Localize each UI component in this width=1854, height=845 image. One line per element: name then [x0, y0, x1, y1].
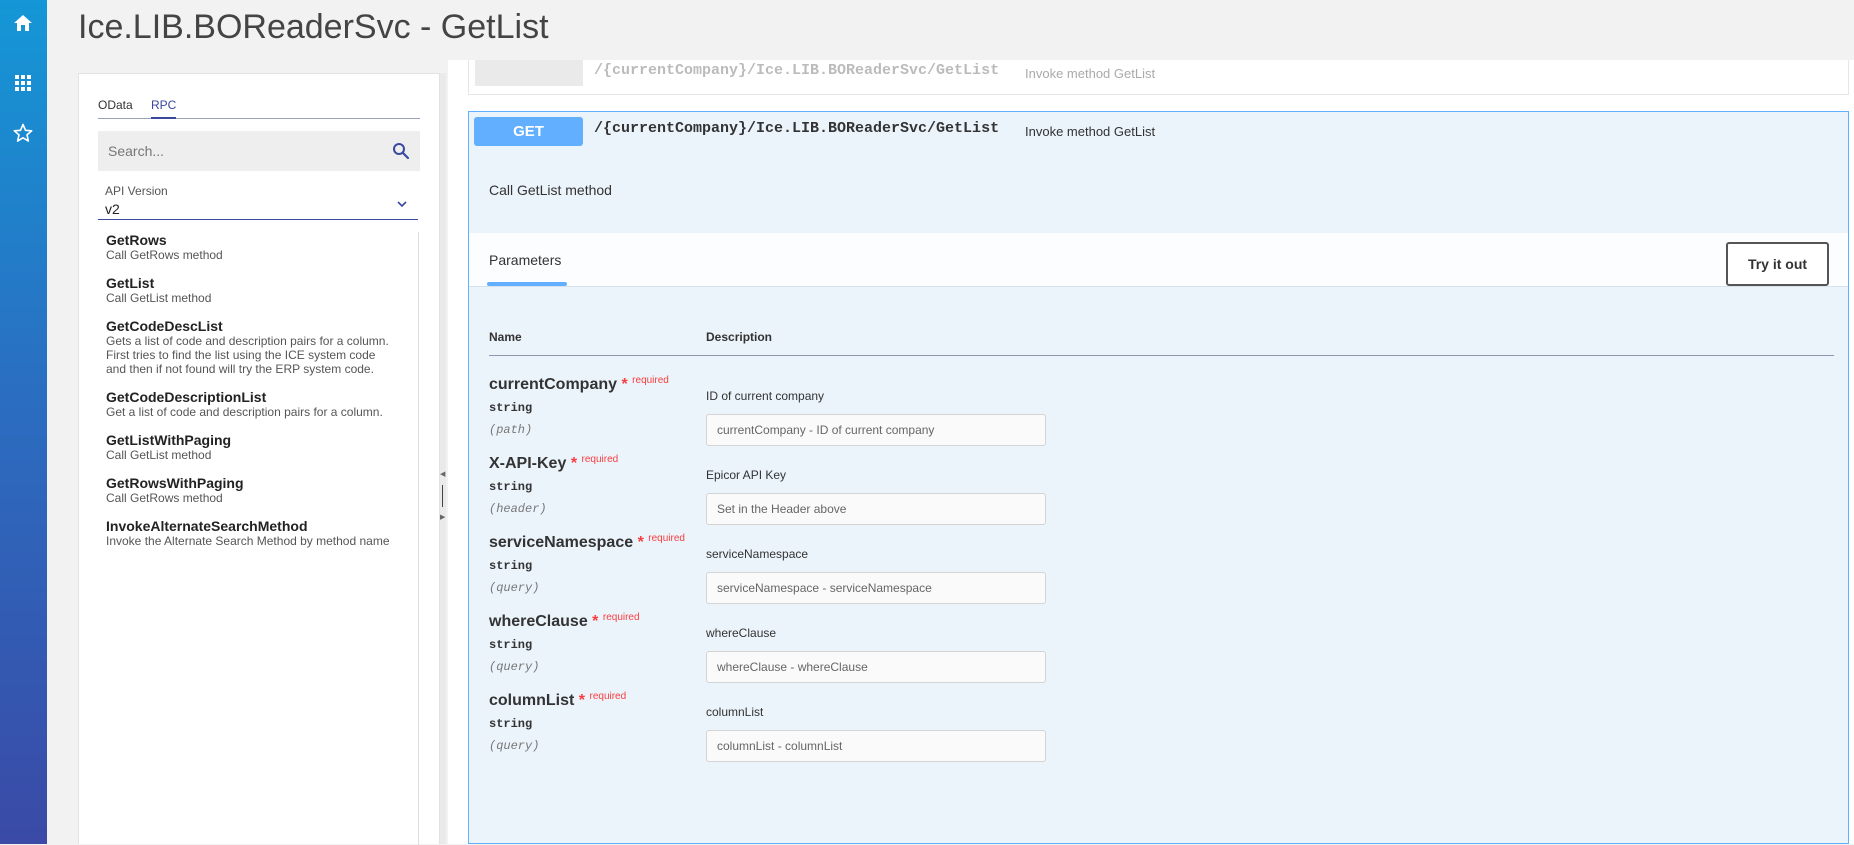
method-desc: Call GetRows method: [106, 248, 223, 262]
operation-path: /{currentCompany}/Ice.LIB.BOReaderSvc/Ge…: [594, 120, 1000, 137]
search-input[interactable]: [98, 131, 378, 171]
operation-path: /{currentCompany}/Ice.LIB.BOReaderSvc/Ge…: [594, 62, 1000, 79]
method-item-getlist[interactable]: GetList Call GetList method: [79, 275, 418, 305]
param-location: (query): [489, 660, 540, 674]
required-star: *: [570, 455, 578, 472]
required-star: *: [592, 613, 599, 630]
method-badge: [475, 60, 583, 86]
home-icon[interactable]: [11, 11, 35, 35]
required-label: required: [632, 375, 669, 386]
required-label: required: [602, 612, 640, 623]
method-name: GetCodeDescList: [106, 318, 223, 334]
page-title: Ice.LIB.BOReaderSvc - GetList: [78, 8, 549, 46]
collapse-left-icon[interactable]: ◀: [440, 470, 445, 478]
method-name: GetRows: [106, 232, 167, 248]
param-name: currentCompany * required: [489, 375, 669, 393]
method-name: InvokeAlternateSearchMethod: [106, 518, 308, 534]
param-location: (path): [489, 423, 533, 437]
column-name-header: Name: [489, 330, 522, 344]
search-icon[interactable]: [392, 142, 410, 160]
operation-header[interactable]: GET /{currentCompany}/Ice.LIB.BOReaderSv…: [469, 112, 1848, 150]
method-desc: Gets a list of code and description pair…: [106, 334, 389, 376]
api-version-select[interactable]: API Version v2: [98, 184, 418, 220]
method-item-getcodedesclist[interactable]: GetCodeDescList Gets a list of code and …: [79, 318, 418, 376]
required-star: *: [637, 534, 644, 551]
column-description-header: Description: [706, 330, 773, 344]
param-name: whereClause * required: [489, 612, 640, 630]
method-desc: Call GetRows method: [106, 491, 223, 505]
get-method-badge[interactable]: GET: [474, 117, 583, 146]
api-version-value: v2: [105, 201, 120, 217]
required-star: *: [578, 692, 586, 709]
method-name: GetRowsWithPaging: [106, 475, 244, 491]
whereclause-input[interactable]: [706, 651, 1046, 683]
columnlist-input[interactable]: [706, 730, 1046, 762]
param-description: ID of current company: [706, 389, 825, 403]
chevron-down-icon[interactable]: [396, 197, 408, 209]
tab-parameters[interactable]: Parameters: [489, 252, 561, 268]
operation-description: Call GetList method: [489, 182, 612, 198]
param-description: whereClause: [706, 626, 777, 640]
search-box: [98, 131, 420, 171]
method-desc: Get a list of code and description pairs…: [106, 405, 383, 419]
tab-rpc[interactable]: RPC: [151, 98, 177, 119]
parameters-bar: Parameters Try it out: [469, 233, 1848, 287]
param-type: string: [489, 559, 533, 573]
method-desc: Invoke the Alternate Search Method by me…: [106, 534, 390, 548]
tab-underline: [487, 282, 567, 286]
apps-grid-icon[interactable]: [11, 71, 35, 95]
method-name: GetCodeDescriptionList: [106, 389, 267, 405]
param-name: columnList * required: [489, 691, 627, 709]
method-desc: Call GetList method: [106, 448, 212, 462]
required-label: required: [581, 454, 619, 465]
param-name: serviceNamespace * required: [489, 533, 685, 551]
parameters-table-header: Name Description: [489, 330, 1834, 356]
param-type: string: [489, 717, 533, 731]
star-icon[interactable]: [11, 121, 35, 145]
method-item-getlistwithpaging[interactable]: GetListWithPaging Call GetList method: [79, 432, 418, 462]
param-name: X-API-Key * required: [489, 454, 619, 472]
method-sidebar: OData RPC API Version v2 GetRows Call Ge…: [78, 73, 440, 845]
splitter-handle[interactable]: [442, 485, 443, 507]
operation-summary: Invoke method GetList: [1025, 66, 1156, 81]
method-item-invokealternatesearchmethod[interactable]: InvokeAlternateSearchMethod Invoke the A…: [79, 518, 418, 548]
param-description: Epicor API Key: [706, 468, 787, 482]
method-item-getcodedescriptionlist[interactable]: GetCodeDescriptionList Get a list of cod…: [79, 389, 418, 419]
param-type: string: [489, 480, 533, 494]
panel-splitter[interactable]: ◀ ▶: [440, 73, 446, 844]
method-desc: Call GetList method: [106, 291, 212, 305]
expand-right-icon[interactable]: ▶: [440, 513, 445, 521]
servicenamespace-input[interactable]: [706, 572, 1046, 604]
param-type: string: [489, 401, 533, 415]
previous-operation[interactable]: /{currentCompany}/Ice.LIB.BOReaderSvc/Ge…: [468, 60, 1849, 95]
protocol-tabs: OData RPC: [98, 98, 420, 119]
method-name: GetList: [106, 275, 155, 291]
required-label: required: [648, 533, 685, 544]
required-star: *: [621, 376, 628, 393]
app-rail: [0, 0, 47, 844]
try-it-out-button[interactable]: Try it out: [1726, 242, 1829, 286]
get-operation: GET /{currentCompany}/Ice.LIB.BOReaderSv…: [468, 111, 1849, 844]
currentcompany-input[interactable]: [706, 414, 1046, 446]
param-location: (query): [489, 739, 540, 753]
x-api-key-input[interactable]: [706, 493, 1046, 525]
required-label: required: [589, 691, 627, 702]
param-description: serviceNamespace: [706, 547, 809, 561]
param-type: string: [489, 638, 533, 652]
param-row-columnlist: columnList * required string (query) col…: [489, 691, 1834, 786]
method-list: GetRows Call GetRows method GetList Call…: [79, 232, 419, 845]
method-item-getrowswithpaging[interactable]: GetRowsWithPaging Call GetRows method: [79, 475, 418, 505]
param-location: (query): [489, 581, 540, 595]
api-version-label: API Version: [105, 184, 168, 198]
method-item-getrows[interactable]: GetRows Call GetRows method: [79, 232, 418, 262]
param-description: columnList: [706, 705, 764, 719]
method-name: GetListWithPaging: [106, 432, 232, 448]
operation-panel: /{currentCompany}/Ice.LIB.BOReaderSvc/Ge…: [448, 60, 1854, 844]
operation-summary: Invoke method GetList: [1025, 124, 1156, 139]
tab-odata[interactable]: OData: [98, 98, 133, 119]
param-location: (header): [489, 502, 547, 516]
